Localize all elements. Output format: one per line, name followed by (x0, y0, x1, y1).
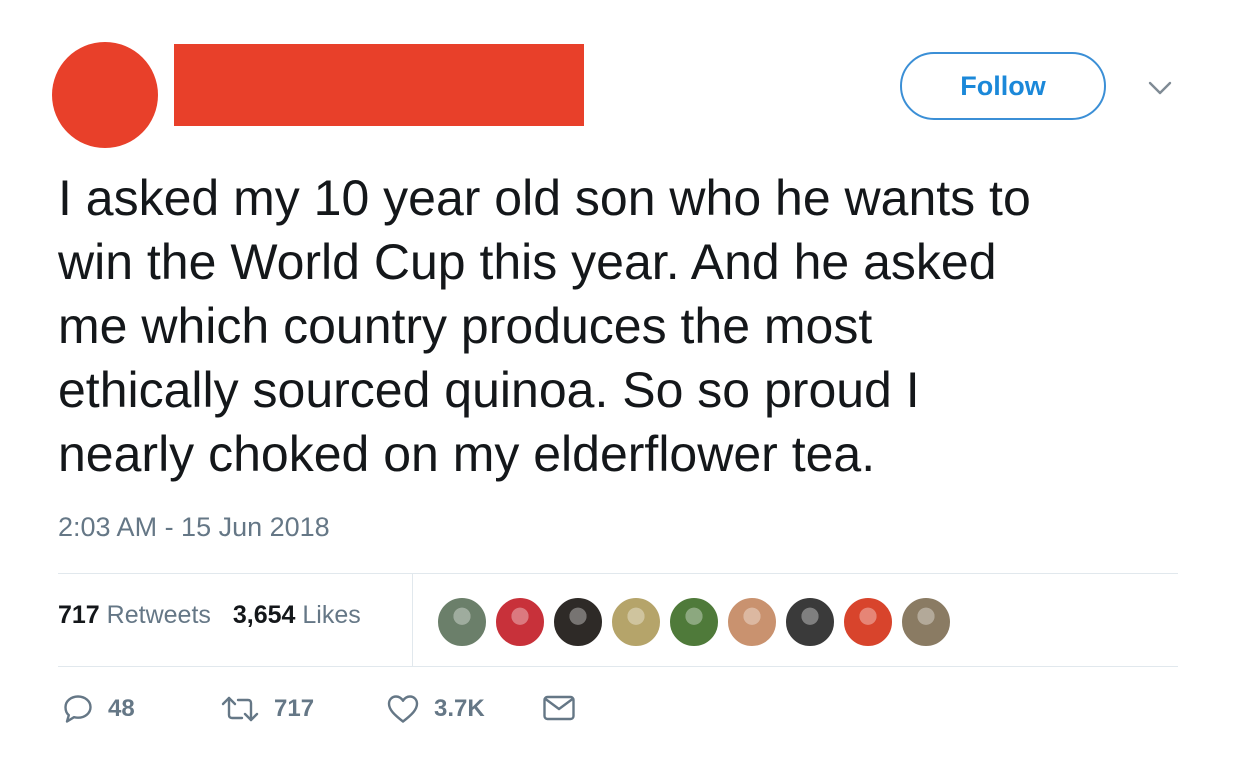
retweets-stat[interactable]: 717 Retweets (58, 601, 211, 630)
likes-count: 3,654 (232, 601, 296, 629)
retweets-count: 717 (58, 601, 100, 629)
engagement-stats: 717 Retweets 3,654 Likes (58, 601, 361, 630)
retweet-count: 717 (274, 695, 315, 722)
retweet-action[interactable]: 717 (220, 693, 314, 725)
tweet-text-line: win the World Cup this year. And he aske… (58, 234, 997, 290)
tweet-text-line: nearly choked on my elderflower tea. (58, 426, 876, 482)
username-redacted[interactable] (174, 44, 584, 126)
tweet-text-line: ethically sourced quinoa. So so proud I (58, 362, 920, 418)
tweet-text: I asked my 10 year old son who he wants … (58, 166, 1198, 486)
tweet-text-line: I asked my 10 year old son who he wants … (58, 170, 1031, 226)
retweets-label: Retweets (106, 601, 211, 629)
tweet-timestamp[interactable]: 2:03 AM - 15 Jun 2018 (58, 512, 330, 543)
heart-icon (387, 695, 419, 723)
liker-avatar-9[interactable] (900, 596, 952, 648)
follow-button[interactable]: Follow (900, 52, 1106, 120)
liker-avatar-7[interactable] (784, 596, 836, 648)
likes-stat[interactable]: 3,654 Likes (233, 601, 361, 630)
liker-avatar-3[interactable] (552, 596, 604, 648)
envelope-icon (543, 695, 575, 721)
reply-action[interactable]: 48 (62, 693, 135, 725)
liker-avatar-8[interactable] (842, 596, 894, 648)
like-action[interactable]: 3.7K (386, 693, 485, 725)
speech-bubble-icon (64, 695, 92, 723)
liker-avatar-1[interactable] (436, 596, 488, 648)
reply-count: 48 (108, 695, 135, 722)
retweet-arrows-icon (221, 696, 259, 722)
tweet-text-line: me which country produces the most (58, 298, 873, 354)
direct-message-action[interactable] (542, 693, 576, 723)
divider (58, 666, 1178, 667)
liker-avatar-5[interactable] (668, 596, 720, 648)
chevron-down-icon[interactable] (1147, 78, 1173, 98)
stats-separator (412, 573, 413, 666)
likes-label: Likes (302, 601, 361, 629)
liker-avatar-4[interactable] (610, 596, 662, 648)
divider (58, 573, 1178, 574)
like-count: 3.7K (434, 695, 485, 722)
liker-avatar-2[interactable] (494, 596, 546, 648)
liker-avatar-6[interactable] (726, 596, 778, 648)
profile-avatar-redacted[interactable] (52, 42, 158, 148)
